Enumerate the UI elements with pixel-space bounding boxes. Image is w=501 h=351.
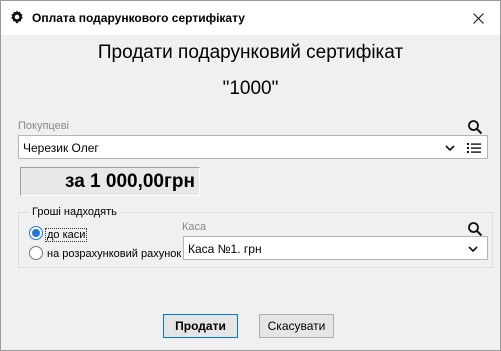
kasa-select[interactable]: Каса №1. грн bbox=[183, 236, 488, 260]
payment-group-label: Гроші надходять bbox=[29, 206, 120, 218]
close-icon bbox=[472, 12, 484, 24]
radio-to-account-label[interactable]: на розрахунковий рахунок bbox=[47, 248, 181, 260]
gear-icon bbox=[11, 10, 23, 24]
radio-to-cash[interactable] bbox=[29, 226, 43, 240]
buyer-select[interactable]: Черезик Олег bbox=[18, 135, 488, 159]
buyer-value: Черезик Олег bbox=[23, 141, 99, 155]
page-title: Продати подарунковий сертифікат bbox=[97, 42, 404, 63]
chevron-down-icon[interactable] bbox=[443, 141, 457, 155]
window-title: Оплата подарункового сертифікату bbox=[32, 11, 245, 25]
search-icon[interactable] bbox=[467, 221, 483, 237]
list-icon[interactable] bbox=[466, 140, 482, 156]
sell-button[interactable]: Продати bbox=[163, 314, 238, 338]
buyer-label: Покупцеві bbox=[18, 120, 69, 132]
cancel-button[interactable]: Скасувати bbox=[259, 314, 334, 338]
kasa-label: Каса bbox=[182, 221, 207, 233]
amount-value: за 1 000,00грн bbox=[65, 171, 195, 192]
chevron-down-icon[interactable] bbox=[466, 242, 480, 256]
radio-to-account[interactable] bbox=[29, 246, 43, 260]
radio-to-cash-label[interactable]: до каси bbox=[45, 228, 88, 242]
certificate-number: "1000" bbox=[222, 78, 279, 99]
search-icon[interactable] bbox=[467, 119, 483, 135]
close-button[interactable] bbox=[467, 7, 489, 29]
kasa-value: Каса №1. грн bbox=[188, 242, 262, 256]
title-bar: Оплата подарункового сертифікату bbox=[1, 1, 500, 35]
amount-display: за 1 000,00грн bbox=[20, 167, 200, 196]
dialog-window: Оплата подарункового сертифікату Продати… bbox=[0, 0, 501, 351]
